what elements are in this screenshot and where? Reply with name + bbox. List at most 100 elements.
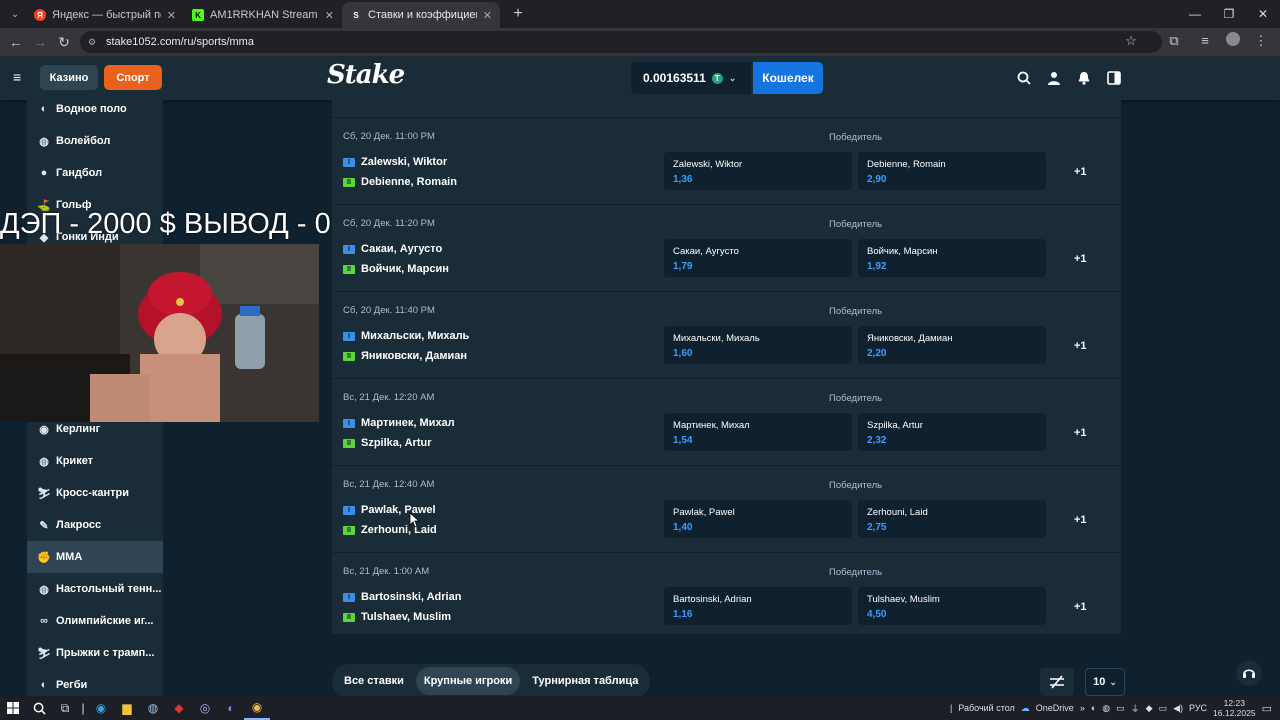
sidebar-item-water-polo[interactable]: ◐ Водное поло <box>27 100 163 125</box>
close-tab-icon[interactable]: ✕ <box>325 9 334 22</box>
obs-icon[interactable]: ◎ <box>192 696 218 720</box>
odds-button-away[interactable]: Tulshaev, Muslim 4,50 <box>858 587 1046 625</box>
tray-steam-icon[interactable]: ◍ <box>1102 703 1110 714</box>
hamburger-menu-icon[interactable]: ≡ <box>13 70 25 84</box>
search-icon[interactable] <box>1016 70 1032 86</box>
team-home[interactable]: I Pawlak, Pawel <box>343 503 436 517</box>
odds-button-away[interactable]: Szpilka, Artur 2,32 <box>858 413 1046 451</box>
browser-menu-icon[interactable]: ⋮ <box>1252 33 1270 49</box>
per-page-select[interactable]: 10 ⌄ <box>1085 668 1125 696</box>
odds-button-away[interactable]: Debienne, Romain 2,90 <box>858 152 1046 190</box>
tab-high-rollers[interactable]: Крупные игроки <box>415 667 521 695</box>
reading-list-icon[interactable]: ≡ <box>1196 33 1214 48</box>
tab-leaderboard[interactable]: Турнирная таблица <box>524 667 646 695</box>
desktop-label[interactable]: Рабочий стол <box>958 703 1015 713</box>
system-clock[interactable]: 12:23 16.12.2025 <box>1213 698 1256 718</box>
restore-icon[interactable]: ❐ <box>1212 0 1246 28</box>
event-row[interactable]: Сб, 20 Дек. 11:40 PM Победитель I Михальс… <box>332 291 1121 378</box>
team-away[interactable]: II Szpilka, Artur <box>343 436 432 450</box>
odds-button-home[interactable]: Мартинек, Михал 1,54 <box>664 413 852 451</box>
balance-selector[interactable]: 0.00163511 T ⌄ <box>631 62 751 94</box>
more-markets-button[interactable]: +1 <box>1074 427 1087 439</box>
team-home[interactable]: I Сакаи, Аугусто <box>343 242 442 256</box>
sidebar-item-table-tennis[interactable]: ◍ Настольный тенн... <box>27 573 163 605</box>
tray-usb-icon[interactable]: ⏚ <box>1131 702 1140 715</box>
file-explorer-icon[interactable]: ▆ <box>114 696 140 720</box>
more-markets-button[interactable]: +1 <box>1074 253 1087 265</box>
sidebar-item-cross-country[interactable]: ⛷ Кросс-кантри <box>27 477 163 509</box>
address-bar[interactable]: ⚙ stake1052.com/ru/sports/mma <box>80 31 1162 53</box>
event-row[interactable]: Вс, 21 Дек. 12:40 AM Победитель I Pawlak,… <box>332 465 1121 552</box>
tray-display-icon[interactable]: ▭ <box>1116 703 1125 714</box>
edge-browser-icon[interactable]: ◉ <box>88 696 114 720</box>
sidebar-item-lacrosse[interactable]: ✎ Лакросс <box>27 509 163 541</box>
new-tab-plus-icon[interactable]: + <box>506 5 530 23</box>
odds-button-home[interactable]: Михальски, Михаль 1,60 <box>664 326 852 364</box>
sidebar-item-handball[interactable]: ● Гандбол <box>27 157 163 189</box>
event-row[interactable]: Вс, 21 Дек. 1:00 AM Победитель I Bartosin… <box>332 552 1121 639</box>
steam-icon[interactable]: ◍ <box>140 696 166 720</box>
chevron-icon[interactable]: » <box>1080 703 1085 713</box>
notifications-bell-icon[interactable] <box>1076 70 1092 86</box>
team-away[interactable]: II Debienne, Romain <box>343 175 457 189</box>
tab-all-bets[interactable]: Все ставки <box>336 667 412 695</box>
minimize-icon[interactable]: — <box>1178 0 1212 28</box>
odds-button-away[interactable]: Яниковски, Дамиан 2,20 <box>858 326 1046 364</box>
odds-button-home[interactable]: Zalewski, Wiktor 1,36 <box>664 152 852 190</box>
onedrive-label[interactable]: OneDrive <box>1036 703 1074 713</box>
sport-button[interactable]: Спорт <box>104 65 162 90</box>
close-tab-icon[interactable]: ✕ <box>483 9 492 22</box>
sidebar-item-cricket[interactable]: ◍ Крикет <box>27 445 163 477</box>
team-away[interactable]: II Zerhouni, Laid <box>343 523 437 537</box>
odds-button-home[interactable]: Pawlak, Pawel 1,40 <box>664 500 852 538</box>
app-icon[interactable]: ◆ <box>166 696 192 720</box>
sidebar-item-volleyball[interactable]: ◍ Волейбол <box>27 125 163 157</box>
betslip-panel-icon[interactable] <box>1106 70 1122 86</box>
casino-button[interactable]: Казино <box>40 65 98 90</box>
more-markets-button[interactable]: +1 <box>1074 340 1087 352</box>
volume-icon[interactable]: ◀) <box>1173 703 1183 714</box>
odds-button-home[interactable]: Сакаи, Аугусто 1,79 <box>664 239 852 277</box>
network-icon[interactable]: ▭ <box>1159 703 1168 714</box>
live-support-headset-icon[interactable] <box>1236 660 1262 686</box>
onedrive-cloud-icon[interactable]: ☁ <box>1021 703 1030 714</box>
search-icon[interactable] <box>26 696 52 720</box>
team-home[interactable]: I Bartosinski, Adrian <box>343 590 461 604</box>
forward-arrow-icon[interactable]: → <box>28 34 52 50</box>
event-row[interactable]: Сб, 20 Дек. 11:20 PM Победитель I Сакаи, … <box>332 204 1121 291</box>
tray-audio-icon[interactable]: ◐ <box>1091 703 1096 713</box>
team-away[interactable]: II Яниковски, Дамиан <box>343 349 467 363</box>
user-icon[interactable] <box>1046 70 1062 86</box>
team-home[interactable]: I Михальски, Михаль <box>343 329 469 343</box>
tray-app-icon[interactable]: ◆ <box>1146 703 1153 714</box>
close-window-icon[interactable]: ✕ <box>1246 0 1280 28</box>
browser-tab[interactable]: Я Яндекс — быстрый поиск в ин ✕ <box>26 2 184 28</box>
sidebar-item-olympics[interactable]: ∞ Олимпийские иг... <box>27 605 163 637</box>
odds-button-away[interactable]: Войчик, Марсин 1,92 <box>858 239 1046 277</box>
close-tab-icon[interactable]: ✕ <box>167 9 176 22</box>
team-home[interactable]: I Мартинек, Михал <box>343 416 455 430</box>
sidebar-item-rugby[interactable]: ◐ Регби <box>27 669 163 696</box>
filter-toggle-icon[interactable] <box>1040 668 1074 696</box>
odds-button-home[interactable]: Bartosinski, Adrian 1,16 <box>664 587 852 625</box>
sidebar-item-ski-jumping[interactable]: ⛷ Прыжки с трамп... <box>27 637 163 669</box>
wallet-button[interactable]: Кошелек <box>753 62 823 94</box>
site-info-icon[interactable]: ⚙ <box>88 37 98 47</box>
input-language[interactable]: РУС <box>1189 703 1207 713</box>
profile-avatar[interactable] <box>1224 32 1242 49</box>
sidebar-item-mma[interactable]: ✊ MMA <box>27 541 163 573</box>
notifications-icon[interactable]: ▭ <box>1262 702 1272 715</box>
team-home[interactable]: I Zalewski, Wiktor <box>343 155 447 169</box>
more-markets-button[interactable]: +1 <box>1074 601 1087 613</box>
windows-start-icon[interactable] <box>0 696 26 720</box>
stake-logo[interactable]: Stake <box>327 60 405 90</box>
team-away[interactable]: II Tulshaev, Muslim <box>343 610 451 624</box>
back-arrow-icon[interactable]: ← <box>4 34 28 50</box>
tab-search-chevron-icon[interactable]: ⌄ <box>4 4 26 24</box>
task-view-icon[interactable]: ⧉ <box>52 696 78 720</box>
browser-tab[interactable]: K AM1RRKHAN Stream - Watch L ✕ <box>184 2 342 28</box>
extensions-puzzle-icon[interactable]: ⧉ <box>1162 33 1186 49</box>
event-row[interactable]: Вс, 21 Дек. 12:20 AM Победитель I Мартине… <box>332 378 1121 465</box>
team-away[interactable]: II Войчик, Марсин <box>343 262 449 276</box>
discord-icon[interactable]: ◐ <box>218 696 244 720</box>
